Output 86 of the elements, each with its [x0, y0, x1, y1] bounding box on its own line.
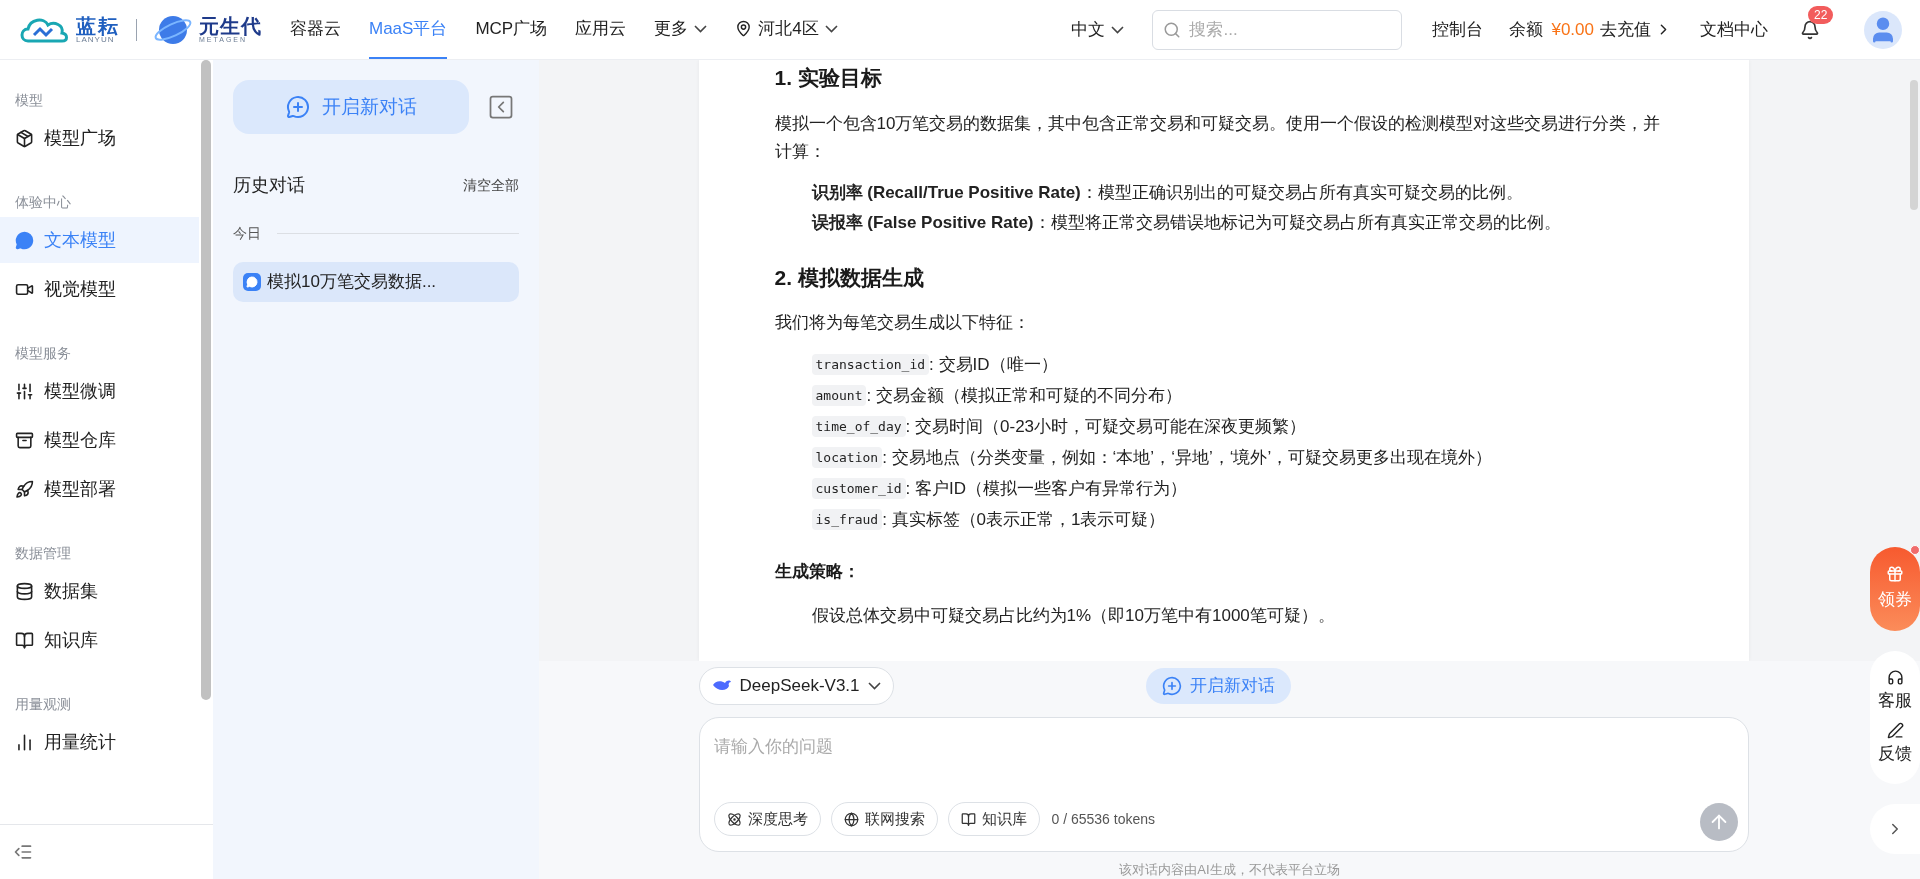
section-title: 体验中心	[15, 194, 71, 210]
date-group-label: 今日	[233, 224, 261, 243]
list-item-text: : 交易金额（模拟正常和可疑的不同分布）	[866, 384, 1182, 407]
code-chip: time_of_day	[811, 415, 906, 438]
list-item-text: : 真实标签（0表示正常，1表示可疑）	[882, 508, 1166, 531]
model-selector[interactable]: DeepSeek-V3.1	[698, 667, 894, 705]
collapse-menu-icon[interactable]	[13, 842, 33, 862]
section-title: 模型服务	[15, 345, 71, 361]
sidebar-item[interactable]: 用量统计	[0, 719, 199, 765]
brand-name: 蓝耘	[76, 15, 120, 36]
rocket-icon	[15, 479, 34, 499]
headset-icon	[1886, 669, 1904, 686]
sidebar-item[interactable]: 模型广场	[0, 115, 199, 161]
map-pin-icon	[735, 20, 753, 37]
list-item-text: : 交易时间（0-23小时，可疑交易可能在深夜更频繁）	[905, 415, 1307, 438]
list-item-text: : 客户ID（模拟一些客户有异常行为）	[905, 477, 1188, 500]
sidebar-item[interactable]: 模型仓库	[0, 417, 199, 463]
list-item: 误报率 (False Positive Rate)：模型将正常交易错误地标记为可疑交易占所有真实正常交易的比例。	[810, 211, 1562, 234]
message-input[interactable]: 请输入你的问题 深度思考 联网搜索 知识库 0 / 65536 tokens	[698, 717, 1749, 852]
list-item-text: : 交易地点（分类变量，例如：‘本地’，‘异地’，‘境外’，可疑交易更多出现在境外）	[882, 446, 1493, 469]
gift-icon	[1886, 565, 1904, 584]
add-chat-icon	[285, 95, 310, 119]
list-item: 识别率 (Recall/True Positive Rate)：模型正确识别出的可疑交易占所有真实可疑交易的比例。	[810, 181, 1524, 204]
code-chip: location	[811, 446, 883, 469]
sidebar-item[interactable]: 模型微调	[0, 368, 199, 414]
customer-service-button[interactable]: 客服	[1870, 651, 1920, 714]
partner-name: 元生代	[199, 16, 262, 36]
list-item-text: : 交易ID（唯一）	[929, 353, 1058, 376]
token-count: 0 / 65536 tokens	[1051, 809, 1156, 829]
nav-link[interactable]: 应用云	[575, 0, 627, 59]
archive-icon	[15, 430, 34, 450]
section-heading: 1. 实验目标	[774, 65, 883, 91]
history-item[interactable]: 模拟10万笔交易数据...	[233, 262, 519, 302]
section-title: 用量观测	[15, 696, 71, 712]
add-chat-icon	[1161, 676, 1182, 696]
language-selector[interactable]: 中文	[1071, 16, 1125, 43]
disclaimer: 该对话内容由AI生成，不代表平台立场	[1119, 860, 1340, 879]
chevron-down-icon	[1111, 25, 1125, 34]
avatar[interactable]	[1864, 10, 1902, 49]
strategy-label: 生成策略：	[774, 561, 861, 583]
sidebar-item[interactable]: 数据集	[0, 568, 199, 614]
atom-icon	[726, 811, 742, 827]
chevron-down-icon	[824, 24, 838, 33]
list-item: 假设总体交易中可疑交易占比约为1%（即10万笔中有1000笔可疑）。	[810, 604, 1336, 627]
chat-icon	[243, 273, 261, 291]
collapse-panel-icon[interactable]	[487, 93, 515, 121]
book-icon	[15, 630, 34, 650]
balance-label: 余额	[1509, 18, 1544, 41]
chat-bubble-icon	[15, 230, 34, 250]
globe-icon	[843, 811, 859, 827]
feedback-button[interactable]: 反馈	[1870, 713, 1920, 784]
paragraph: 模拟一个包含10万笔交易的数据集，其中包含正常交易和可疑交易。使用一个假设的检测模型对这些交易进行分类，并计算：	[774, 112, 1662, 163]
nav-link[interactable]: MCP广场	[475, 0, 548, 59]
code-chip: is_fraud	[811, 508, 883, 531]
console-link[interactable]: 控制台	[1432, 16, 1484, 43]
sidebar-item[interactable]: 模型部署	[0, 466, 199, 512]
balance-amount: ¥0.00	[1551, 18, 1594, 41]
pen-icon	[1886, 721, 1904, 739]
recharge-link[interactable]: 去充值	[1600, 16, 1672, 43]
code-chip: amount	[811, 384, 867, 407]
sliders-icon	[15, 381, 34, 401]
section-heading: 2. 模拟数据生成	[774, 264, 925, 291]
section-title: 数据管理	[15, 545, 71, 561]
bell-icon[interactable]	[1800, 19, 1820, 40]
database-icon	[15, 581, 34, 601]
cube-icon	[15, 128, 34, 148]
code-chip: customer_id	[811, 477, 906, 500]
notification-count: 22	[1808, 5, 1834, 24]
clear-all-link[interactable]: 清空全部	[463, 175, 519, 196]
search-field[interactable]: 搜索...	[1152, 9, 1403, 50]
book-icon	[960, 811, 976, 827]
section-title: 模型	[15, 92, 43, 108]
docs-link[interactable]: 文档中心	[1700, 16, 1768, 43]
region-selector[interactable]: 河北4区	[735, 0, 838, 59]
brand-subtitle: LANYUN	[76, 35, 115, 44]
chevron-down-icon	[694, 24, 708, 33]
chevron-down-icon	[867, 682, 881, 690]
bar-chart-icon	[15, 732, 34, 752]
paragraph: 我们将为每笔交易生成以下特征：	[774, 312, 1031, 334]
code-chip: transaction_id	[811, 353, 930, 376]
history-title: 历史对话	[233, 174, 305, 197]
more-menu[interactable]: 更多	[654, 0, 708, 59]
sidebar-item[interactable]: 知识库	[0, 617, 199, 663]
sidebar-item[interactable]: 视觉模型	[0, 266, 199, 312]
search-icon	[1163, 20, 1182, 39]
nav-link[interactable]: 容器云	[290, 0, 341, 59]
